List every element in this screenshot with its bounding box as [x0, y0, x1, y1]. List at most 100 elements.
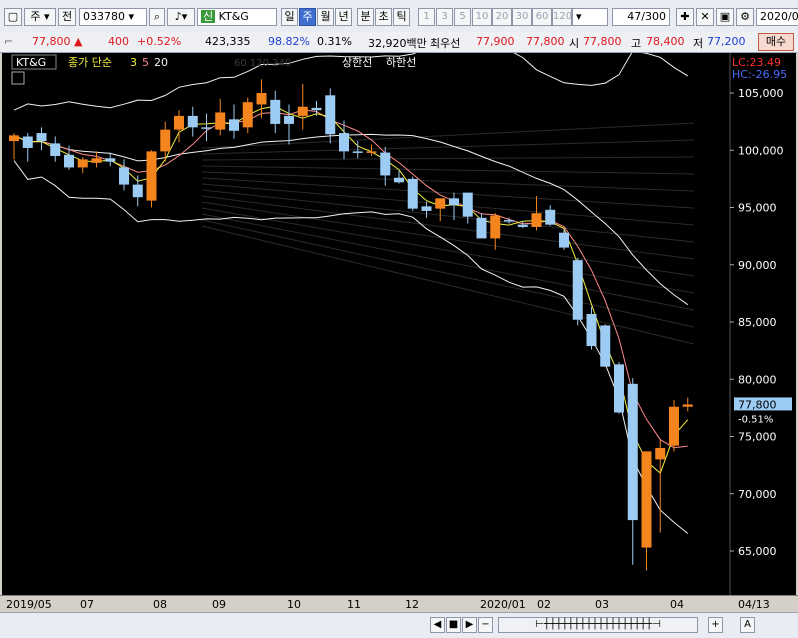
candle-body	[256, 93, 267, 105]
y-tick-label: 75,000	[738, 431, 777, 444]
x-tick-label: 07	[80, 598, 94, 611]
period-number-5[interactable]: 5	[454, 8, 471, 26]
period-number-3[interactable]: 3	[436, 8, 453, 26]
candle-body	[394, 177, 404, 183]
candlestick-chart[interactable]: 105,000 100,000 95,000 90,000 85,000 80,000 75…	[2, 43, 796, 595]
candle-body	[270, 99, 281, 124]
legend-ma-period: 5	[142, 56, 149, 69]
candle-body	[132, 184, 143, 198]
candle-body	[77, 159, 88, 168]
x-tick-label: 11	[347, 598, 361, 611]
tools-icon[interactable]: ✕	[696, 8, 714, 26]
low-label: 저	[693, 37, 704, 50]
toolbar: ▢ 주 ▾ 전 033780 ▾ ⌕ ♪▾ 신 KT&G 일주월년분초틱 135…	[0, 0, 798, 33]
up-arrow-icon: ▲	[74, 35, 83, 48]
candle-body	[655, 447, 666, 460]
candle-body	[119, 167, 129, 185]
buy-button[interactable]: 매수	[758, 33, 794, 51]
window-icon[interactable]: ▢	[4, 8, 22, 26]
crosshair-icon[interactable]: ✚	[676, 8, 694, 26]
bottom-button-5[interactable]: A	[740, 617, 755, 633]
candle-body	[325, 95, 336, 135]
period-number-30[interactable]: 30	[512, 8, 532, 26]
high-label: 고	[631, 37, 642, 50]
period-tab-5[interactable]: 초	[375, 8, 392, 26]
bottom-button-0[interactable]: ◀	[430, 617, 445, 633]
y-tick-label: 105,000	[738, 87, 784, 100]
background-fan-line	[201, 213, 695, 311]
trade-amount: 32,920백만	[368, 37, 427, 50]
market-type-select[interactable]: 주 ▾	[24, 8, 56, 26]
search-icon[interactable]: ⌕	[149, 8, 165, 26]
period-number-20[interactable]: 20	[492, 8, 512, 26]
x-tick-label: 04	[670, 598, 684, 611]
corner-icon: ⌐	[4, 35, 14, 48]
zoom-slider[interactable]: ⊢┼┼┼┼┼┼┼┼┼┼┼┼┼┼┼┼┼┼⊣	[498, 617, 698, 633]
bottom-button-3[interactable]: −	[478, 617, 493, 633]
candle-body	[64, 154, 74, 168]
current-price-value: 77,800	[32, 35, 71, 48]
y-tick-label: 85,000	[738, 316, 777, 329]
period-tab-4[interactable]: 분	[357, 8, 374, 26]
background-fan-line	[201, 219, 695, 328]
period-tab-6[interactable]: 틱	[393, 8, 410, 26]
candle-body	[641, 451, 652, 548]
price-change-pct: +0.52%	[137, 35, 182, 48]
bottom-toolbar: ◀ ■ ▶ − + A ⊢┼┼┼┼┼┼┼┼┼┼┼┼┼┼┼┼┼┼⊣	[0, 612, 798, 638]
prev-button[interactable]: 전	[58, 8, 76, 26]
candle-body	[682, 404, 693, 407]
period-tab-0[interactable]: 일	[281, 8, 298, 26]
x-tick-label: 08	[153, 598, 167, 611]
period-tab-3[interactable]: 년	[335, 8, 352, 26]
y-tick-label: 65,000	[738, 545, 777, 558]
volume-ratio: 98.82%	[268, 35, 310, 48]
candle-body	[242, 102, 253, 128]
date-field[interactable]: 2020/04	[756, 8, 798, 26]
x-tick-label: 02	[537, 598, 551, 611]
x-tick-label: 2019/05	[6, 598, 52, 611]
candle-body	[284, 115, 294, 124]
legend-upper-band: 상한선	[342, 56, 372, 69]
chart-area[interactable]: 105,000 100,000 95,000 90,000 85,000 80,000 75…	[2, 43, 796, 595]
legend-lower-band: 하한선	[386, 55, 416, 69]
x-tick-label: 04/13	[738, 598, 770, 611]
period-number-1[interactable]: 1	[418, 8, 435, 26]
x-tick-label: 12	[405, 598, 419, 611]
market-type-label: 주	[30, 10, 41, 23]
stock-code-input[interactable]: 033780 ▾	[79, 8, 147, 26]
stock-name-field[interactable]: 신 KT&G	[197, 8, 277, 26]
x-axis: 2019/05 07 08 09 10 11 12 2020/01 02 03 04 04/13	[0, 595, 798, 613]
scroll-track[interactable]	[4, 617, 424, 633]
bottom-button-4[interactable]: +	[708, 617, 723, 633]
stock-badge-icon: 신	[201, 10, 216, 23]
period-number-10[interactable]: 10	[472, 8, 492, 26]
candle-body	[669, 406, 679, 446]
gear-icon[interactable]: ⚙	[736, 8, 754, 26]
candle-body	[600, 325, 611, 367]
candle-body	[297, 106, 308, 116]
candle-body	[462, 192, 473, 217]
legend-faded-periods: 60 120 240	[234, 58, 291, 69]
stock-code-value: 033780	[83, 10, 125, 23]
candle-body	[311, 107, 322, 111]
volume: 423,335	[205, 35, 251, 48]
legend-ma-period: 3	[130, 56, 137, 69]
bottom-button-2[interactable]: ▶	[462, 617, 477, 633]
candle-body	[490, 215, 501, 239]
unit-select[interactable]: ▾	[572, 8, 608, 26]
period-number-60[interactable]: 60	[532, 8, 552, 26]
legend-toggle-icon	[11, 71, 25, 85]
open-price: 77,800	[583, 35, 622, 48]
period-number-120[interactable]: 120	[552, 8, 572, 26]
turnover: 0.31%	[317, 35, 352, 48]
speaker-icon[interactable]: ♪▾	[167, 8, 195, 26]
candle-body	[366, 151, 377, 153]
background-fan-line	[201, 225, 695, 345]
candle-body	[160, 129, 171, 152]
count-field[interactable]: 47/300	[612, 8, 670, 26]
bottom-button-1[interactable]: ■	[446, 617, 461, 633]
period-tab-2[interactable]: 월	[317, 8, 334, 26]
candle-body	[229, 119, 239, 131]
period-tab-1[interactable]: 주	[299, 8, 316, 26]
save-icon[interactable]: ▣	[716, 8, 734, 26]
